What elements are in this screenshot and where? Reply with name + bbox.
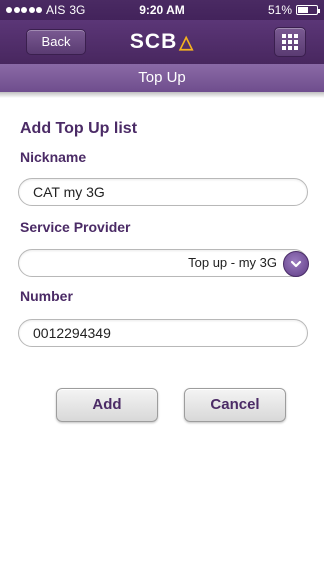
form-content: Add Top Up list Nickname CAT my 3G Servi… xyxy=(0,98,324,574)
logo-text: SCB xyxy=(129,30,178,53)
form-title: Add Top Up list xyxy=(20,120,138,137)
page-title: Top Up xyxy=(0,64,324,92)
battery-icon xyxy=(296,5,320,15)
menu-grid-button[interactable] xyxy=(274,27,306,57)
cancel-button[interactable]: Cancel xyxy=(184,388,286,422)
number-label: Number xyxy=(20,288,73,304)
service-provider-label: Service Provider xyxy=(20,219,131,235)
status-bar: AIS 3G 9:20 AM 51% xyxy=(0,0,324,20)
service-provider-value: Top up - my 3G xyxy=(188,255,277,270)
battery-info: 51% xyxy=(267,3,320,17)
bell-logo-icon: △ xyxy=(179,32,195,52)
service-provider-select[interactable]: Top up - my 3G xyxy=(18,249,309,277)
battery-percent: 51% xyxy=(267,3,292,17)
add-button[interactable]: Add xyxy=(56,388,158,422)
chevron-down-icon[interactable] xyxy=(283,251,309,277)
nickname-field[interactable]: CAT my 3G xyxy=(18,178,308,206)
nav-header: Back SCB △ xyxy=(0,20,324,64)
number-field[interactable]: 0012294349 xyxy=(18,319,308,347)
nickname-label: Nickname xyxy=(20,149,87,165)
grid-icon xyxy=(282,34,286,38)
